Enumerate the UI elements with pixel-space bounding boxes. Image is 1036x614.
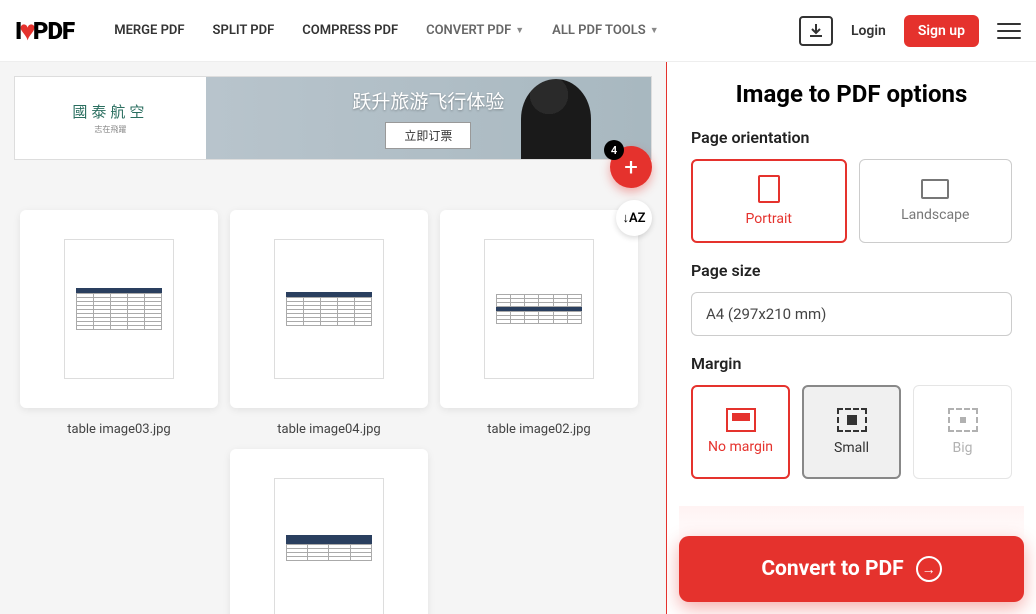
file-thumb: table image03.jpg [20,210,218,437]
chevron-down-icon: ▼ [515,25,524,36]
orientation-label: Page orientation [691,128,1012,147]
size-label: Page size [691,261,1012,280]
arrow-right-icon: → [916,556,942,582]
nav: MERGE PDF SPLIT PDF COMPRESS PDF CONVERT… [114,23,658,38]
file-preview[interactable] [230,449,428,614]
orientation-portrait[interactable]: Portrait [691,159,847,243]
header: I ♥ PDF MERGE PDF SPLIT PDF COMPRESS PDF… [0,0,1036,62]
nav-split[interactable]: SPLIT PDF [213,23,275,38]
nav-convert[interactable]: CONVERT PDF ▼ [426,23,524,38]
download-icon[interactable] [799,16,833,46]
file-grid: + 4 ↓AZ table image03.jpg table image04.… [0,160,666,614]
chevron-down-icon: ▼ [650,25,659,36]
margin-label: Margin [691,354,1012,373]
nav-merge[interactable]: MERGE PDF [114,23,184,38]
margin-none[interactable]: No margin [691,385,790,479]
panel-title: Image to PDF options [691,80,1012,108]
options-panel: Image to PDF options Page orientation Po… [666,62,1036,614]
orientation-landscape[interactable]: Landscape [859,159,1013,243]
no-margin-icon [726,408,756,432]
ad-title: 跃升旅游飞行体验 [352,87,504,114]
login-link[interactable]: Login [851,23,886,39]
big-margin-label: Big [953,440,973,456]
file-thumb: table image04.jpg [230,210,428,437]
logo[interactable]: I ♥ PDF [15,14,74,47]
file-label: table image02.jpg [487,422,590,437]
convert-label: Convert to PDF [761,557,903,581]
header-right: Login Sign up [799,15,1021,47]
small-margin-icon [837,408,867,432]
no-margin-label: No margin [708,440,773,455]
signup-button[interactable]: Sign up [904,15,979,47]
landscape-icon [921,179,949,199]
file-thumb [230,449,428,614]
ad-banner[interactable]: 國泰航空 志在飛躍 跃升旅游飞行体验 立即订票 [14,76,652,160]
file-label: table image03.jpg [67,422,170,437]
nav-compress[interactable]: COMPRESS PDF [302,23,398,38]
main: 國泰航空 志在飛躍 跃升旅游飞行体验 立即订票 + 4 ↓AZ table im… [0,62,1036,614]
margin-small[interactable]: Small [802,385,901,479]
convert-wrap: Convert to PDF → [679,506,1024,602]
file-thumb: table image02.jpg [440,210,638,437]
portrait-label: Portrait [746,211,792,227]
logo-text-post: PDF [33,17,74,45]
margin-group: No margin Small Big [691,385,1012,479]
sort-button[interactable]: ↓AZ [616,200,652,236]
ad-brand-block: 國泰航空 志在飛躍 [15,101,206,135]
big-margin-icon [948,408,978,432]
portrait-icon [758,175,780,203]
landscape-label: Landscape [901,207,969,223]
page-size-select[interactable]: A4 (297x210 mm) [691,292,1012,336]
file-preview[interactable] [440,210,638,408]
add-files-button[interactable]: + 4 [610,146,652,188]
ad-image [521,79,591,159]
file-count-badge: 4 [604,140,624,160]
nav-convert-label: CONVERT PDF [426,23,511,38]
ad-cta-button[interactable]: 立即订票 [385,122,471,149]
orientation-group: Portrait Landscape [691,159,1012,243]
workspace: 國泰航空 志在飛躍 跃升旅游飞行体验 立即订票 + 4 ↓AZ table im… [0,62,666,614]
nav-all-tools[interactable]: ALL PDF TOOLS ▼ [552,23,658,38]
ad-sub: 志在飛躍 [94,124,126,135]
margin-big[interactable]: Big [913,385,1012,479]
nav-all-label: ALL PDF TOOLS [552,23,646,38]
convert-button[interactable]: Convert to PDF → [679,536,1024,602]
menu-icon[interactable] [997,23,1021,39]
ad-brand: 國泰航空 [72,101,148,122]
file-label: table image04.jpg [277,422,380,437]
file-preview[interactable] [230,210,428,408]
small-margin-label: Small [834,440,869,456]
file-preview[interactable] [20,210,218,408]
